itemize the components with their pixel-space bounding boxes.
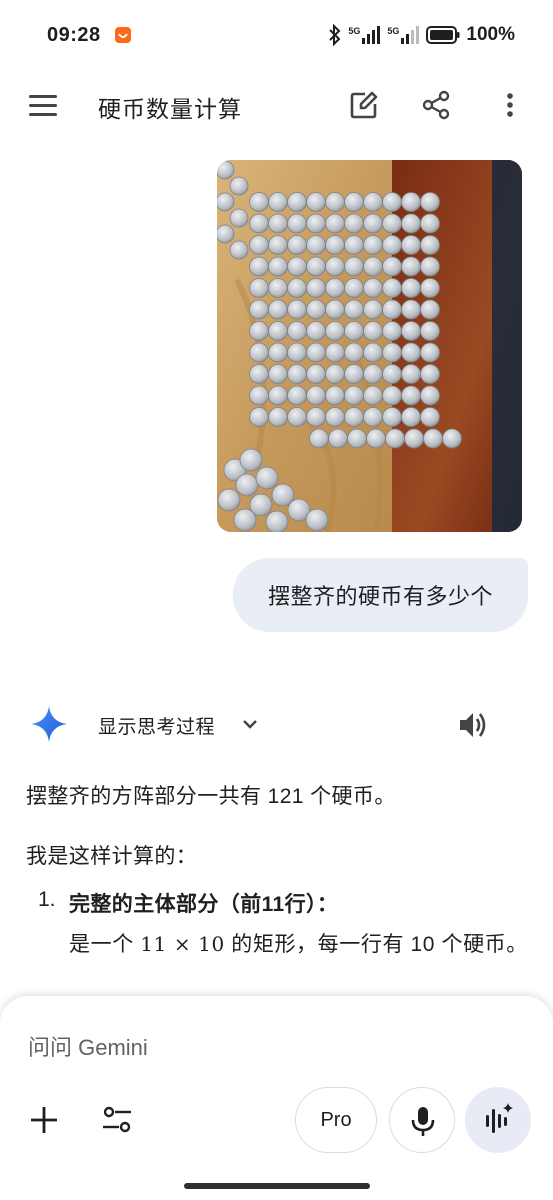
user-message-text: 摆整齐的硬币有多少个 [267, 584, 493, 609]
tools-button[interactable] [101, 1104, 133, 1136]
menu-button[interactable] [28, 92, 60, 120]
chevron-down-icon[interactable] [240, 714, 260, 734]
ask-gemini-input[interactable] [28, 1030, 508, 1066]
signal-1-icon: 5G [348, 26, 381, 44]
microphone-button[interactable] [389, 1087, 455, 1153]
list-item-title: 完整的主体部分（前11行）： [69, 893, 339, 916]
battery-percent: 100% [466, 24, 515, 45]
show-thinking-toggle[interactable]: 显示思考过程 [98, 712, 215, 739]
status-right-group: 5G 5G 100% [328, 22, 515, 48]
edit-button[interactable] [349, 90, 379, 120]
bluetooth-icon [329, 24, 341, 46]
home-indicator [184, 1183, 370, 1189]
read-aloud-button[interactable] [456, 708, 490, 742]
share-icon [422, 90, 450, 120]
plus-icon [31, 1107, 57, 1133]
list-item-number: 1. [38, 888, 56, 911]
conversation-title: 硬币数量计算 [98, 96, 242, 122]
more-vert-icon [507, 93, 513, 117]
signal-2-icon: 5G [387, 26, 420, 44]
gemini-live-button[interactable] [465, 1087, 531, 1153]
response-paragraph-1: 摆整齐的方阵部分一共有 121 个硬币。 [26, 785, 396, 808]
edit-icon [350, 91, 378, 119]
share-button[interactable] [421, 90, 451, 120]
coin-count-value: 121 [267, 785, 304, 808]
mic-icon [411, 1107, 435, 1136]
menu-icon [29, 95, 57, 116]
more-options-button[interactable] [499, 90, 521, 120]
tune-icon [103, 1106, 131, 1133]
add-attachment-button[interactable] [28, 1104, 60, 1136]
speaker-icon [460, 713, 486, 737]
status-time: 09:28 [47, 24, 101, 46]
user-message-bubble: 摆整齐的硬币有多少个 [233, 558, 528, 632]
live-waveform-icon [486, 1103, 513, 1133]
math-expression: 11 × 10 [140, 932, 225, 956]
response-paragraph-2: 我是这样计算的： [26, 845, 198, 868]
pro-label: Pro [320, 1108, 352, 1131]
gemini-spark-icon [30, 705, 68, 743]
app-notification-icon [114, 26, 132, 44]
coin-photo-image [217, 160, 522, 532]
list-item-body: 是一个 11 × 10 的矩形，每一行有 10 个硬币。 [69, 932, 528, 956]
battery-icon [426, 26, 460, 44]
pro-model-button[interactable]: Pro [295, 1087, 377, 1153]
uploaded-coin-photo[interactable] [217, 160, 522, 532]
